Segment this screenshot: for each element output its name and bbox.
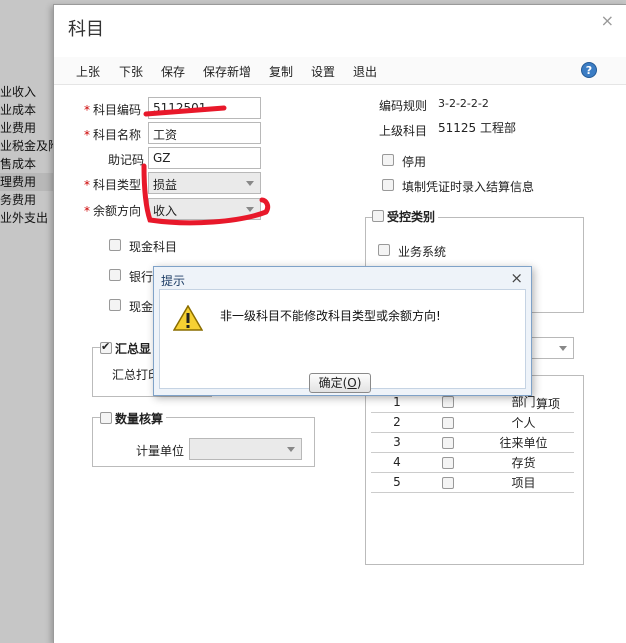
row-checkbox[interactable] xyxy=(442,436,454,449)
bg-menu-item[interactable]: 业收入 xyxy=(0,83,60,101)
chevron-down-icon xyxy=(559,346,567,351)
table-row[interactable]: 3 往来单位 xyxy=(371,432,574,453)
dialog-title: 提示 xyxy=(161,274,186,288)
bg-menu-item[interactable]: 业成本 xyxy=(0,101,60,119)
row-number: 4 xyxy=(371,452,423,473)
type-select[interactable]: 损益 xyxy=(148,172,261,194)
aux-table: 1 部门 2 个人 3 往来单位 4 存货 5 项目 xyxy=(371,392,574,493)
type-label: 科目类型 xyxy=(93,178,142,192)
save-new-button[interactable]: 保存新增 xyxy=(203,63,251,80)
ok-label: 确定( xyxy=(318,376,348,390)
row-checkbox[interactable] xyxy=(442,416,454,429)
type-select-value: 损益 xyxy=(153,178,178,192)
save-button[interactable]: 保存 xyxy=(161,63,185,80)
cash-equivalent-checkbox[interactable] xyxy=(109,299,121,311)
window-title: 科目 xyxy=(68,19,104,40)
table-row[interactable]: 5 项目 xyxy=(371,472,574,493)
bank-subject-checkbox[interactable] xyxy=(109,269,121,281)
quantity-legend: 数量核算 xyxy=(112,410,167,427)
exit-button[interactable]: 退出 xyxy=(353,63,377,80)
bg-menu-item[interactable]: 务费用 xyxy=(0,191,60,209)
business-system-checkbox[interactable] xyxy=(378,244,390,256)
bg-menu-item[interactable]: 业外支出 xyxy=(0,209,60,227)
direction-select-value: 收入 xyxy=(153,204,178,218)
row-checkbox[interactable] xyxy=(442,396,454,409)
settings-button[interactable]: 设置 xyxy=(311,63,335,80)
summary-legend: 汇总显 xyxy=(112,340,155,357)
mnemonic-label: 助记码 xyxy=(108,153,145,167)
chevron-down-icon xyxy=(246,207,254,212)
summary-display-checkbox[interactable] xyxy=(100,340,112,354)
row-name: 存货 xyxy=(473,452,574,473)
disable-label: 停用 xyxy=(402,155,427,169)
ok-button[interactable]: 确定(O) xyxy=(309,373,371,393)
copy-button[interactable]: 复制 xyxy=(269,63,293,80)
warning-icon xyxy=(173,305,203,331)
row-number: 2 xyxy=(371,412,423,433)
cash-subject-label: 现金科目 xyxy=(129,240,178,254)
cash-equivalent-label: 现金 xyxy=(129,300,154,314)
next-button[interactable]: 下张 xyxy=(119,63,143,80)
rule-label: 编码规则 xyxy=(379,99,428,113)
background-nav-menu: 业收入 业成本 业费用 业税金及附 售成本 理费用 务费用 业外支出 xyxy=(0,83,60,227)
alert-dialog: 提示 × 非一级科目不能修改科目类型或余额方向! 确定(O) xyxy=(153,266,532,396)
ok-label-end: ) xyxy=(356,376,362,390)
chevron-down-icon xyxy=(246,181,254,186)
dialog-body: 非一级科目不能修改科目类型或余额方向! 确定(O) xyxy=(159,289,526,393)
direction-label: 余额方向 xyxy=(93,204,142,218)
row-number: 3 xyxy=(371,432,423,453)
quantity-checkbox[interactable] xyxy=(100,412,112,424)
table-row[interactable]: 2 个人 xyxy=(371,412,574,433)
settle-label: 填制凭证时录入结算信息 xyxy=(402,180,535,194)
cash-subject-checkbox[interactable] xyxy=(109,239,121,251)
dialog-message: 非一级科目不能修改科目类型或余额方向! xyxy=(220,309,441,323)
code-field[interactable]: 5112501 xyxy=(148,97,261,119)
unit-select[interactable] xyxy=(189,438,302,460)
settle-checkbox[interactable] xyxy=(382,179,394,191)
disable-checkbox[interactable] xyxy=(382,154,394,166)
mnemonic-field[interactable]: GZ xyxy=(148,147,261,169)
row-checkbox[interactable] xyxy=(442,456,454,469)
bg-menu-item[interactable]: 理费用 xyxy=(0,173,60,191)
toolbar: 上张 下张 保存 保存新增 复制 设置 退出 ? xyxy=(54,57,626,85)
prev-button[interactable]: 上张 xyxy=(76,63,100,80)
parent-value: 51125 工程部 xyxy=(438,121,516,135)
help-icon[interactable]: ? xyxy=(581,62,597,78)
name-label: 科目名称 xyxy=(93,128,142,142)
row-name: 往来单位 xyxy=(473,432,574,453)
controlled-legend: 受控类别 xyxy=(384,208,439,225)
row-name: 个人 xyxy=(473,412,574,433)
rule-value: 3-2-2-2-2 xyxy=(438,97,489,110)
bg-menu-item[interactable]: 业费用 xyxy=(0,119,60,137)
row-checkbox[interactable] xyxy=(442,476,454,489)
window-close-button[interactable]: × xyxy=(601,11,614,30)
dialog-close-button[interactable]: × xyxy=(510,269,523,287)
direction-select[interactable]: 收入 xyxy=(148,198,261,220)
bg-menu-item[interactable]: 业税金及附 xyxy=(0,137,60,155)
chevron-down-icon xyxy=(287,447,295,452)
row-name: 项目 xyxy=(473,472,574,493)
bg-menu-item[interactable]: 售成本 xyxy=(0,155,60,173)
parent-label: 上级科目 xyxy=(379,124,428,138)
unit-label: 计量单位 xyxy=(136,444,185,458)
table-row[interactable]: 4 存货 xyxy=(371,452,574,473)
bank-subject-label: 银行 xyxy=(129,270,154,284)
code-label: 科目编码 xyxy=(93,103,142,117)
business-system-label: 业务系统 xyxy=(398,245,447,259)
controlled-checkbox[interactable] xyxy=(372,210,384,222)
ok-accesskey: O xyxy=(347,376,357,390)
row-number: 5 xyxy=(371,472,423,493)
name-field[interactable]: 工资 xyxy=(148,122,261,144)
